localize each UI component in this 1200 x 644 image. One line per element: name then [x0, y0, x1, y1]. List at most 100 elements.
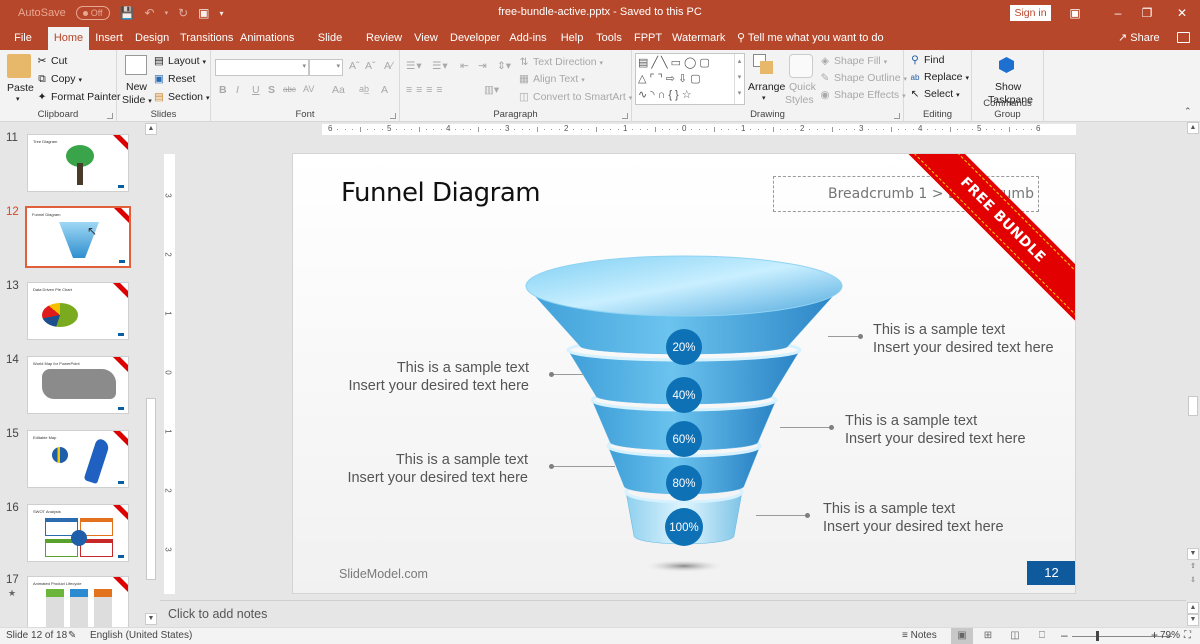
arrange-dropdown-icon[interactable]: ▾ — [762, 94, 766, 102]
new-slide-icon[interactable] — [125, 55, 147, 75]
notes-scroll-up-icon[interactable]: ▲ — [1187, 602, 1199, 614]
gallery-scroll[interactable]: ▴ ▾ ▾ — [734, 54, 744, 104]
cut-button[interactable]: ✂ Cut — [36, 55, 68, 67]
ribbon-display-options-icon[interactable]: ▣ — [1065, 4, 1085, 22]
notes-pane[interactable]: Click to add notes — [160, 600, 1186, 626]
clipboard-launcher-icon[interactable] — [107, 113, 113, 119]
slide-sorter-button[interactable]: ⊞ — [977, 628, 999, 644]
thumbnail-image[interactable]: Editable Map — [27, 430, 129, 488]
decrease-font-icon[interactable]: Aˇ — [365, 60, 376, 72]
shapes-gallery[interactable]: ▤╱╲▭◯▢ △⌜⌝⇨⇩▢ ∿◝∩{}☆ ▴ ▾ ▾ — [635, 53, 745, 105]
tab-watermark[interactable]: Watermark — [672, 27, 725, 50]
line-spacing-icon[interactable]: ⇕▾ — [497, 60, 511, 72]
thumbnail-image[interactable]: SWOT Analysis — [27, 504, 129, 562]
language-indicator[interactable]: English (United States) — [90, 630, 192, 641]
thumbnail-13[interactable]: 13 Data Driven Pie Chart — [0, 280, 145, 345]
text-shadow-button[interactable]: S — [268, 84, 275, 96]
tab-add-ins[interactable]: Add-ins — [509, 27, 547, 50]
new-slide-label-2[interactable]: Slide ▾ — [122, 94, 152, 106]
tab-design[interactable]: Design — [135, 27, 169, 50]
alignment-icons[interactable]: ≡≡≡≡ — [406, 84, 447, 96]
next-slide-icon[interactable]: ⇩ — [1187, 576, 1199, 588]
minimize-icon[interactable]: – — [1108, 4, 1128, 22]
undo-dropdown-icon[interactable]: ▾ — [165, 9, 169, 17]
underline-button[interactable]: U — [252, 84, 260, 96]
scroll-up-icon[interactable]: ▲ — [1187, 122, 1199, 134]
shape-outline-button[interactable]: ✎ Shape Outline ▾ — [819, 72, 907, 84]
reading-view-button[interactable]: ◫ — [1004, 628, 1026, 644]
tab-tools[interactable]: Tools — [595, 27, 623, 50]
slide-canvas[interactable]: Funnel Diagram Breadcrumb 1 > Breadcrumb… — [292, 153, 1076, 594]
tab-file[interactable]: File — [8, 27, 38, 50]
callout-text[interactable]: This is a sample text Insert your desired… — [873, 321, 1054, 357]
comments-icon[interactable] — [1177, 32, 1190, 43]
shape-effects-button[interactable]: ◉ Shape Effects ▾ — [819, 89, 905, 101]
thumbnail-image[interactable]: Funnel Diagram ↖ — [25, 206, 131, 268]
tell-me-search[interactable]: ⚲ Tell me what you want to do — [737, 27, 884, 50]
save-icon[interactable]: 💾 — [120, 6, 135, 20]
decrease-indent-icon[interactable]: ⇤ — [460, 60, 469, 72]
copy-button[interactable]: ⧉ Copy ▾ — [36, 73, 82, 86]
reset-button[interactable]: ▣ Reset — [153, 73, 195, 85]
font-color-button[interactable]: A — [381, 84, 388, 96]
thumbnail-11[interactable]: 11 Tree Diagram — [0, 132, 145, 197]
thumbnail-image[interactable]: Tree Diagram — [27, 134, 129, 192]
funnel-diagram[interactable]: 20% 40% 60% 80% 100% — [523, 254, 853, 584]
columns-icon[interactable]: ▥▾ — [484, 84, 499, 96]
autosave-toggle[interactable]: Off — [75, 6, 110, 20]
zoom-level[interactable]: 79% — [1160, 630, 1180, 641]
change-case-button[interactable]: Aa — [332, 84, 345, 96]
undo-icon[interactable]: ↶ — [145, 6, 155, 20]
notes-scrollbar[interactable]: ▲ ▼ — [1187, 601, 1199, 627]
slide-title[interactable]: Funnel Diagram — [341, 178, 541, 208]
callout-text[interactable]: This is a sample text Insert your desired… — [845, 412, 1026, 448]
share-button[interactable]: ↗ Share — [1118, 27, 1160, 50]
callout-text[interactable]: This is a sample text Insert your desired… — [347, 451, 528, 487]
show-taskpane-label-1[interactable]: Show — [995, 81, 1021, 93]
shape-fill-button[interactable]: ◈ Shape Fill ▾ — [819, 55, 887, 67]
restore-icon[interactable]: ❐ — [1137, 4, 1157, 22]
replace-button[interactable]: ab Replace ▾ — [909, 71, 969, 83]
close-icon[interactable]: ✕ — [1172, 4, 1192, 22]
thumbnail-16[interactable]: 16 SWOT Analysis — [0, 502, 145, 567]
paste-dropdown-icon[interactable]: ▾ — [16, 95, 20, 103]
tab-transitions[interactable]: Transitions — [180, 27, 233, 50]
numbering-icon[interactable]: ☰▾ — [432, 60, 449, 72]
new-slide-label-1[interactable]: New — [126, 81, 147, 93]
paste-icon[interactable] — [7, 54, 31, 78]
bullets-icon[interactable]: ☰▾ — [406, 60, 423, 72]
quick-styles-icon[interactable] — [789, 54, 813, 78]
zoom-out-button[interactable]: – — [1061, 628, 1068, 642]
tab-fppt[interactable]: FPPT — [634, 27, 662, 50]
clear-formatting-icon[interactable]: A∕ — [384, 60, 393, 72]
scroll-down-icon[interactable]: ▼ — [1187, 548, 1199, 560]
previous-slide-icon[interactable]: ⇧ — [1187, 562, 1199, 574]
collapse-ribbon-icon[interactable]: ⌃ — [1184, 106, 1192, 117]
callout-text[interactable]: This is a sample text Insert your desired… — [348, 359, 529, 395]
font-size-combo[interactable]: ▾ — [309, 59, 343, 76]
find-button[interactable]: ⚲ Find — [909, 54, 944, 66]
select-button[interactable]: ↖ Select ▾ — [909, 88, 960, 100]
format-painter-button[interactable]: ✦ Format Painter — [36, 91, 121, 103]
tab-slide-show[interactable]: Slide Show — [304, 27, 356, 67]
notes-scroll-down-icon[interactable]: ▼ — [1187, 614, 1199, 626]
paragraph-launcher-icon[interactable] — [622, 113, 628, 119]
arrange-icon[interactable] — [753, 54, 775, 76]
bold-button[interactable]: B — [219, 84, 227, 96]
highlight-icon[interactable]: ab̲ — [359, 84, 369, 94]
layout-button[interactable]: ▤ Layout ▾ — [153, 55, 206, 67]
scroll-thumb[interactable] — [1188, 396, 1198, 416]
thumbnail-image[interactable]: Animated Product Lifecycle — [27, 576, 129, 628]
italic-button[interactable]: I — [236, 84, 239, 96]
thumbnail-14[interactable]: 14 World Map for PowerPoint — [0, 354, 145, 419]
tab-help[interactable]: Help — [558, 27, 586, 50]
zoom-in-button[interactable]: + — [1151, 628, 1158, 642]
spelling-icon[interactable]: ✎ — [68, 630, 76, 641]
arrange-button[interactable]: Arrange — [748, 81, 785, 93]
thumbnail-image[interactable]: World Map for PowerPoint — [27, 356, 129, 414]
strikethrough-button[interactable]: abc — [283, 85, 296, 94]
drawing-launcher-icon[interactable] — [894, 113, 900, 119]
editor-scrollbar[interactable]: ▲ ▼ ⇧ ⇩ — [1187, 122, 1199, 600]
character-spacing-button[interactable]: AV — [303, 84, 314, 94]
font-name-combo[interactable]: ▾ — [215, 59, 309, 76]
